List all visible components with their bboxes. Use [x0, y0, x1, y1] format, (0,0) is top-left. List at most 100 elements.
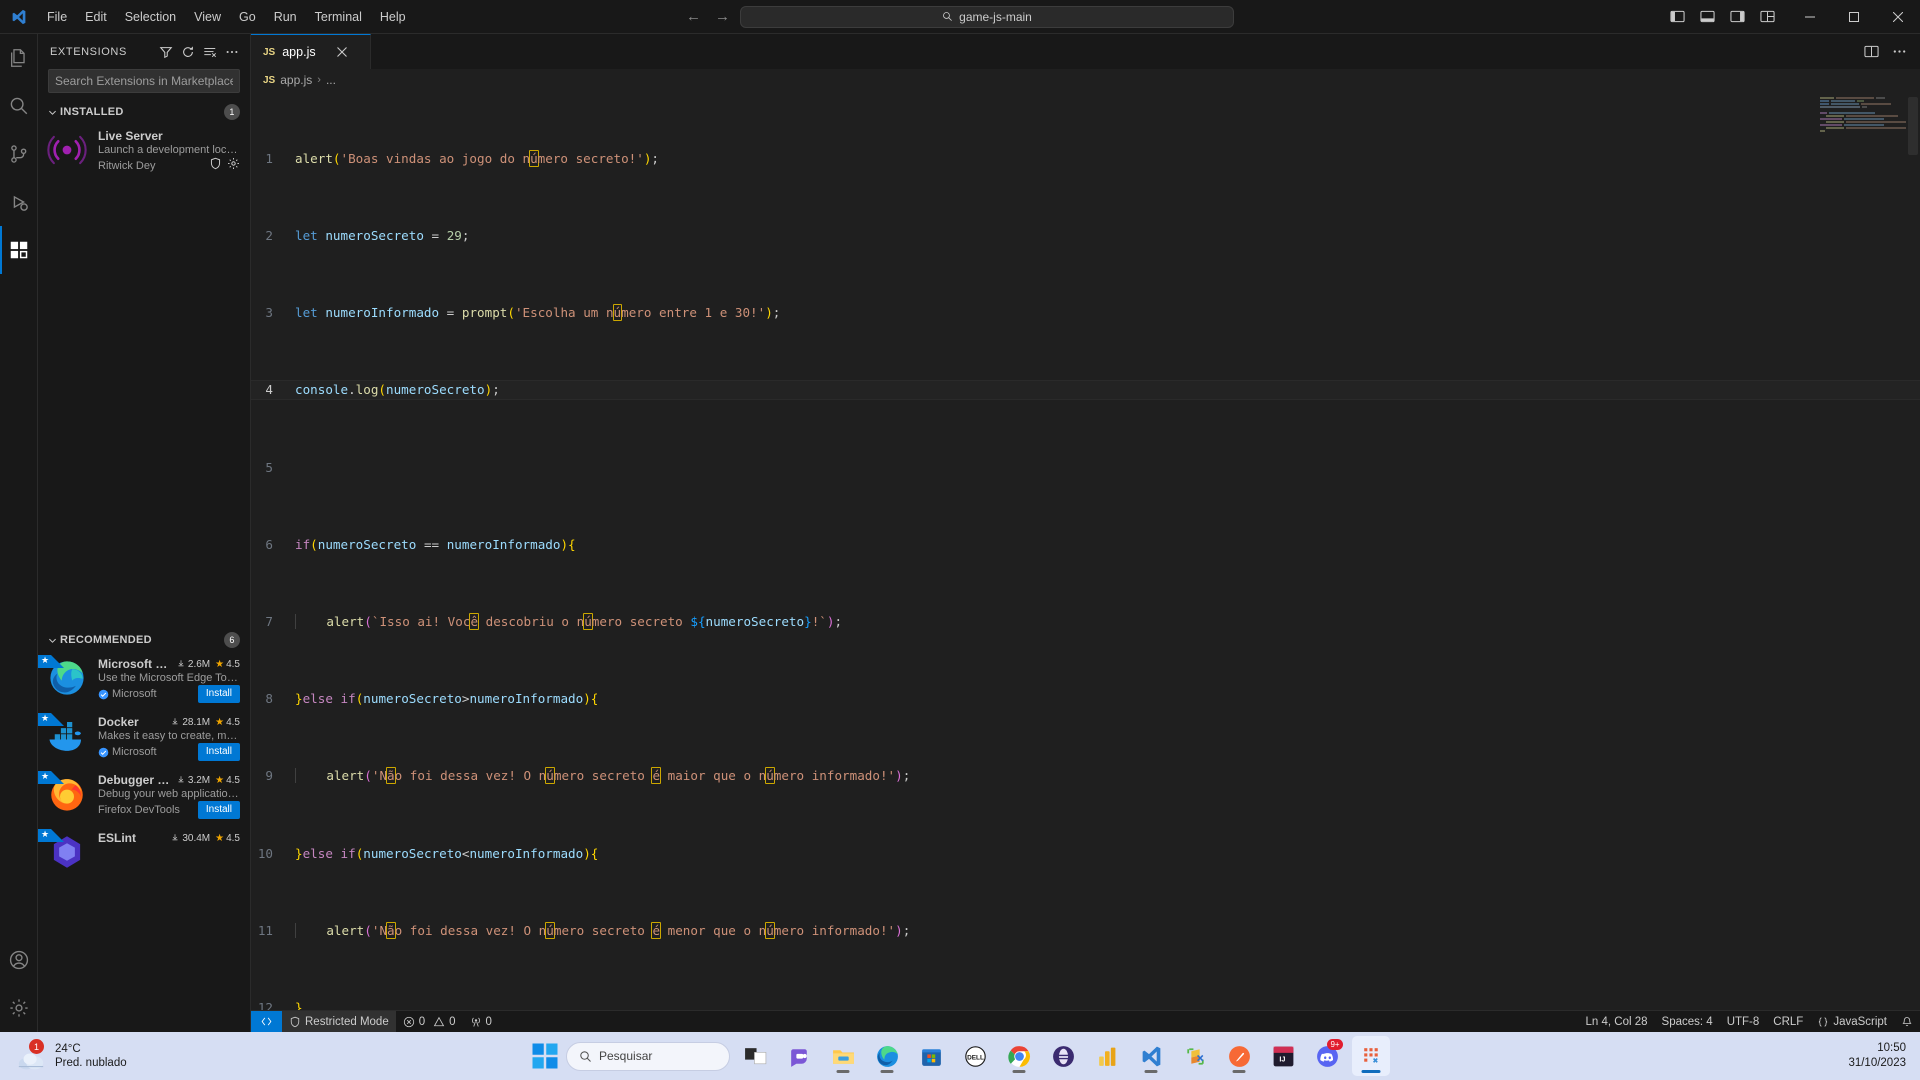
breadcrumb-file[interactable]: app.js: [280, 73, 312, 87]
forward-arrow-icon[interactable]: →: [715, 9, 730, 24]
line-number: 12: [257, 999, 273, 1010]
code-line: 3 let numeroInformado = prompt('Escolha …: [251, 303, 1920, 322]
menu-help[interactable]: Help: [371, 5, 415, 29]
taskbar-app-edge[interactable]: [868, 1036, 906, 1076]
taskbar-app-vs-code[interactable]: [1132, 1036, 1170, 1076]
taskbar-app-postman[interactable]: [1220, 1036, 1258, 1076]
section-installed-header[interactable]: INSTALLED 1: [38, 101, 250, 123]
search-extensions-input[interactable]: [48, 69, 240, 93]
taskbar-center-group: Pesquisar DELL IJ 9+: [0, 1036, 1920, 1076]
close-icon[interactable]: [333, 43, 351, 61]
extensions-icon: [10, 241, 27, 259]
taskbar-app-dell[interactable]: DELL: [956, 1036, 994, 1076]
notifications-bell[interactable]: [1894, 1011, 1920, 1033]
restricted-mode-button[interactable]: Restricted Mode: [282, 1010, 396, 1033]
scrollbar-thumb[interactable]: [1908, 97, 1918, 155]
taskbar-app-opera-gx[interactable]: [1044, 1036, 1082, 1076]
line-text: alert(`Isso ai! Você descobriu o número …: [295, 612, 1920, 631]
line-text: }else if(numeroSecreto>numeroInformado){: [295, 691, 599, 707]
menu-run[interactable]: Run: [265, 5, 306, 29]
list-item[interactable]: ★ ESLint 30.4M ★ 4.5: [38, 825, 250, 879]
problems-button[interactable]: 0 0: [396, 1011, 463, 1033]
taskbar-app-microsoft-store[interactable]: [912, 1036, 950, 1076]
ports-button[interactable]: 0: [463, 1011, 499, 1033]
js-file-icon: JS: [263, 74, 276, 86]
taskbar-app-intellij-idea[interactable]: IJ: [1264, 1036, 1302, 1076]
activity-item-search[interactable]: [0, 82, 38, 130]
section-recommended-header[interactable]: RECOMMENDED 6: [38, 629, 250, 651]
list-item[interactable]: ★ Debugger for...: [38, 767, 250, 825]
list-item[interactable]: ★ Microsoft Ed...: [38, 651, 250, 709]
remote-window-button[interactable]: [251, 1010, 282, 1033]
taskbar-app-sublime-merge[interactable]: [1176, 1036, 1214, 1076]
rating: ★ 4.5: [215, 774, 240, 786]
activity-item-source-control[interactable]: [0, 130, 38, 178]
menu-terminal[interactable]: Terminal: [306, 5, 371, 29]
menu-file[interactable]: File: [38, 5, 76, 29]
list-item[interactable]: Live Server Launch a development local .…: [38, 123, 250, 181]
taskbar-app-snipping-tool[interactable]: [1352, 1036, 1390, 1076]
maximize-button[interactable]: [1832, 0, 1876, 34]
back-arrow-icon[interactable]: ←: [686, 9, 701, 24]
activity-item-run-and-debug[interactable]: [0, 178, 38, 226]
download-icon: [178, 660, 184, 667]
menu-edit[interactable]: Edit: [76, 5, 116, 29]
activity-item-explorer[interactable]: [0, 34, 38, 82]
split-editor-icon[interactable]: [1858, 39, 1884, 65]
star-icon: ★: [41, 829, 50, 839]
menu-go[interactable]: Go: [230, 5, 265, 29]
clear-list-icon[interactable]: [200, 42, 220, 62]
taskbar-app-chrome[interactable]: [1000, 1036, 1038, 1076]
language-mode[interactable]: JavaScript: [1810, 1011, 1894, 1033]
shield-icon[interactable]: [209, 157, 222, 175]
breadcrumb-symbol[interactable]: ...: [326, 73, 336, 87]
code-editor[interactable]: 1 alert('Boas vindas ao jogo do número s…: [251, 91, 1920, 1010]
toggle-secondary-sidebar-icon[interactable]: [1724, 4, 1750, 30]
line-text: alert('Não foi dessa vez! O número secre…: [295, 766, 1920, 785]
install-button[interactable]: Install: [197, 743, 240, 761]
taskbar-search[interactable]: Pesquisar: [566, 1041, 730, 1071]
menu-view[interactable]: View: [185, 5, 230, 29]
quick-input-search[interactable]: game-js-main: [740, 5, 1234, 28]
extensions-list[interactable]: INSTALLED 1 Live Server Launch a develop…: [38, 101, 250, 1032]
filter-icon[interactable]: [156, 42, 176, 62]
taskbar-app-power-bi[interactable]: [1088, 1036, 1126, 1076]
taskbar-search-placeholder: Pesquisar: [599, 1049, 653, 1063]
indentation[interactable]: Spaces: 4: [1655, 1011, 1720, 1033]
list-item[interactable]: ★ Docker 28.1M ★ 4.5 Makes it easy to cr…: [38, 709, 250, 767]
search-icon: [580, 1050, 591, 1062]
toggle-panel-icon[interactable]: [1694, 4, 1720, 30]
activity-item-extensions[interactable]: [0, 226, 38, 274]
menu-bar: File Edit Selection View Go Run Terminal…: [38, 5, 415, 29]
cursor-position[interactable]: Ln 4, Col 28: [1579, 1011, 1655, 1033]
encoding[interactable]: UTF-8: [1720, 1011, 1767, 1033]
workbench-body: EXTENSIONS Search Extensions in Marketpl…: [0, 34, 1920, 1033]
customize-layout-icon[interactable]: [1754, 4, 1780, 30]
search-extensions-wrap: [38, 69, 250, 101]
more-actions-icon[interactable]: [1886, 39, 1912, 65]
refresh-icon[interactable]: [178, 42, 198, 62]
code-content[interactable]: 1 alert('Boas vindas ao jogo do número s…: [251, 91, 1920, 1010]
tab-app-js[interactable]: JS app.js: [251, 34, 371, 69]
menu-selection[interactable]: Selection: [116, 5, 185, 29]
start-button[interactable]: [530, 1041, 560, 1071]
activity-item-manage[interactable]: [0, 984, 38, 1032]
editor-scrollbar[interactable]: [1906, 91, 1920, 1010]
close-button[interactable]: [1876, 0, 1920, 34]
discord-badge: 9+: [1327, 1039, 1343, 1050]
taskbar-app-discord[interactable]: 9+: [1308, 1036, 1346, 1076]
toggle-primary-sidebar-icon[interactable]: [1664, 4, 1690, 30]
activity-item-accounts[interactable]: [0, 936, 38, 984]
end-of-line[interactable]: CRLF: [1766, 1011, 1810, 1033]
install-button[interactable]: Install: [197, 801, 240, 819]
line-number: 10: [257, 845, 273, 861]
install-button[interactable]: Install: [197, 685, 240, 703]
download-icon: [178, 776, 184, 783]
taskbar-app-task-view[interactable]: [736, 1036, 774, 1076]
taskbar-app-teams[interactable]: [780, 1036, 818, 1076]
minimize-button[interactable]: [1788, 0, 1832, 34]
more-actions-icon[interactable]: [222, 42, 242, 62]
minimap[interactable]: [1820, 97, 1906, 141]
taskbar-app-file-explorer[interactable]: [824, 1036, 862, 1076]
gear-icon[interactable]: [227, 157, 240, 175]
